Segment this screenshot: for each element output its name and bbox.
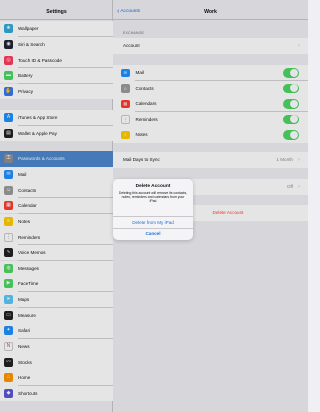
alert-message: Deleting this account will remove its co…: [118, 191, 188, 204]
cancel-button[interactable]: Cancel: [113, 227, 193, 240]
alert-title: Delete Account: [135, 184, 171, 189]
delete-from-ipad-button[interactable]: Delete from My iPad: [113, 216, 193, 228]
delete-account-alert: Delete Account Deleting this account wil…: [113, 179, 193, 240]
